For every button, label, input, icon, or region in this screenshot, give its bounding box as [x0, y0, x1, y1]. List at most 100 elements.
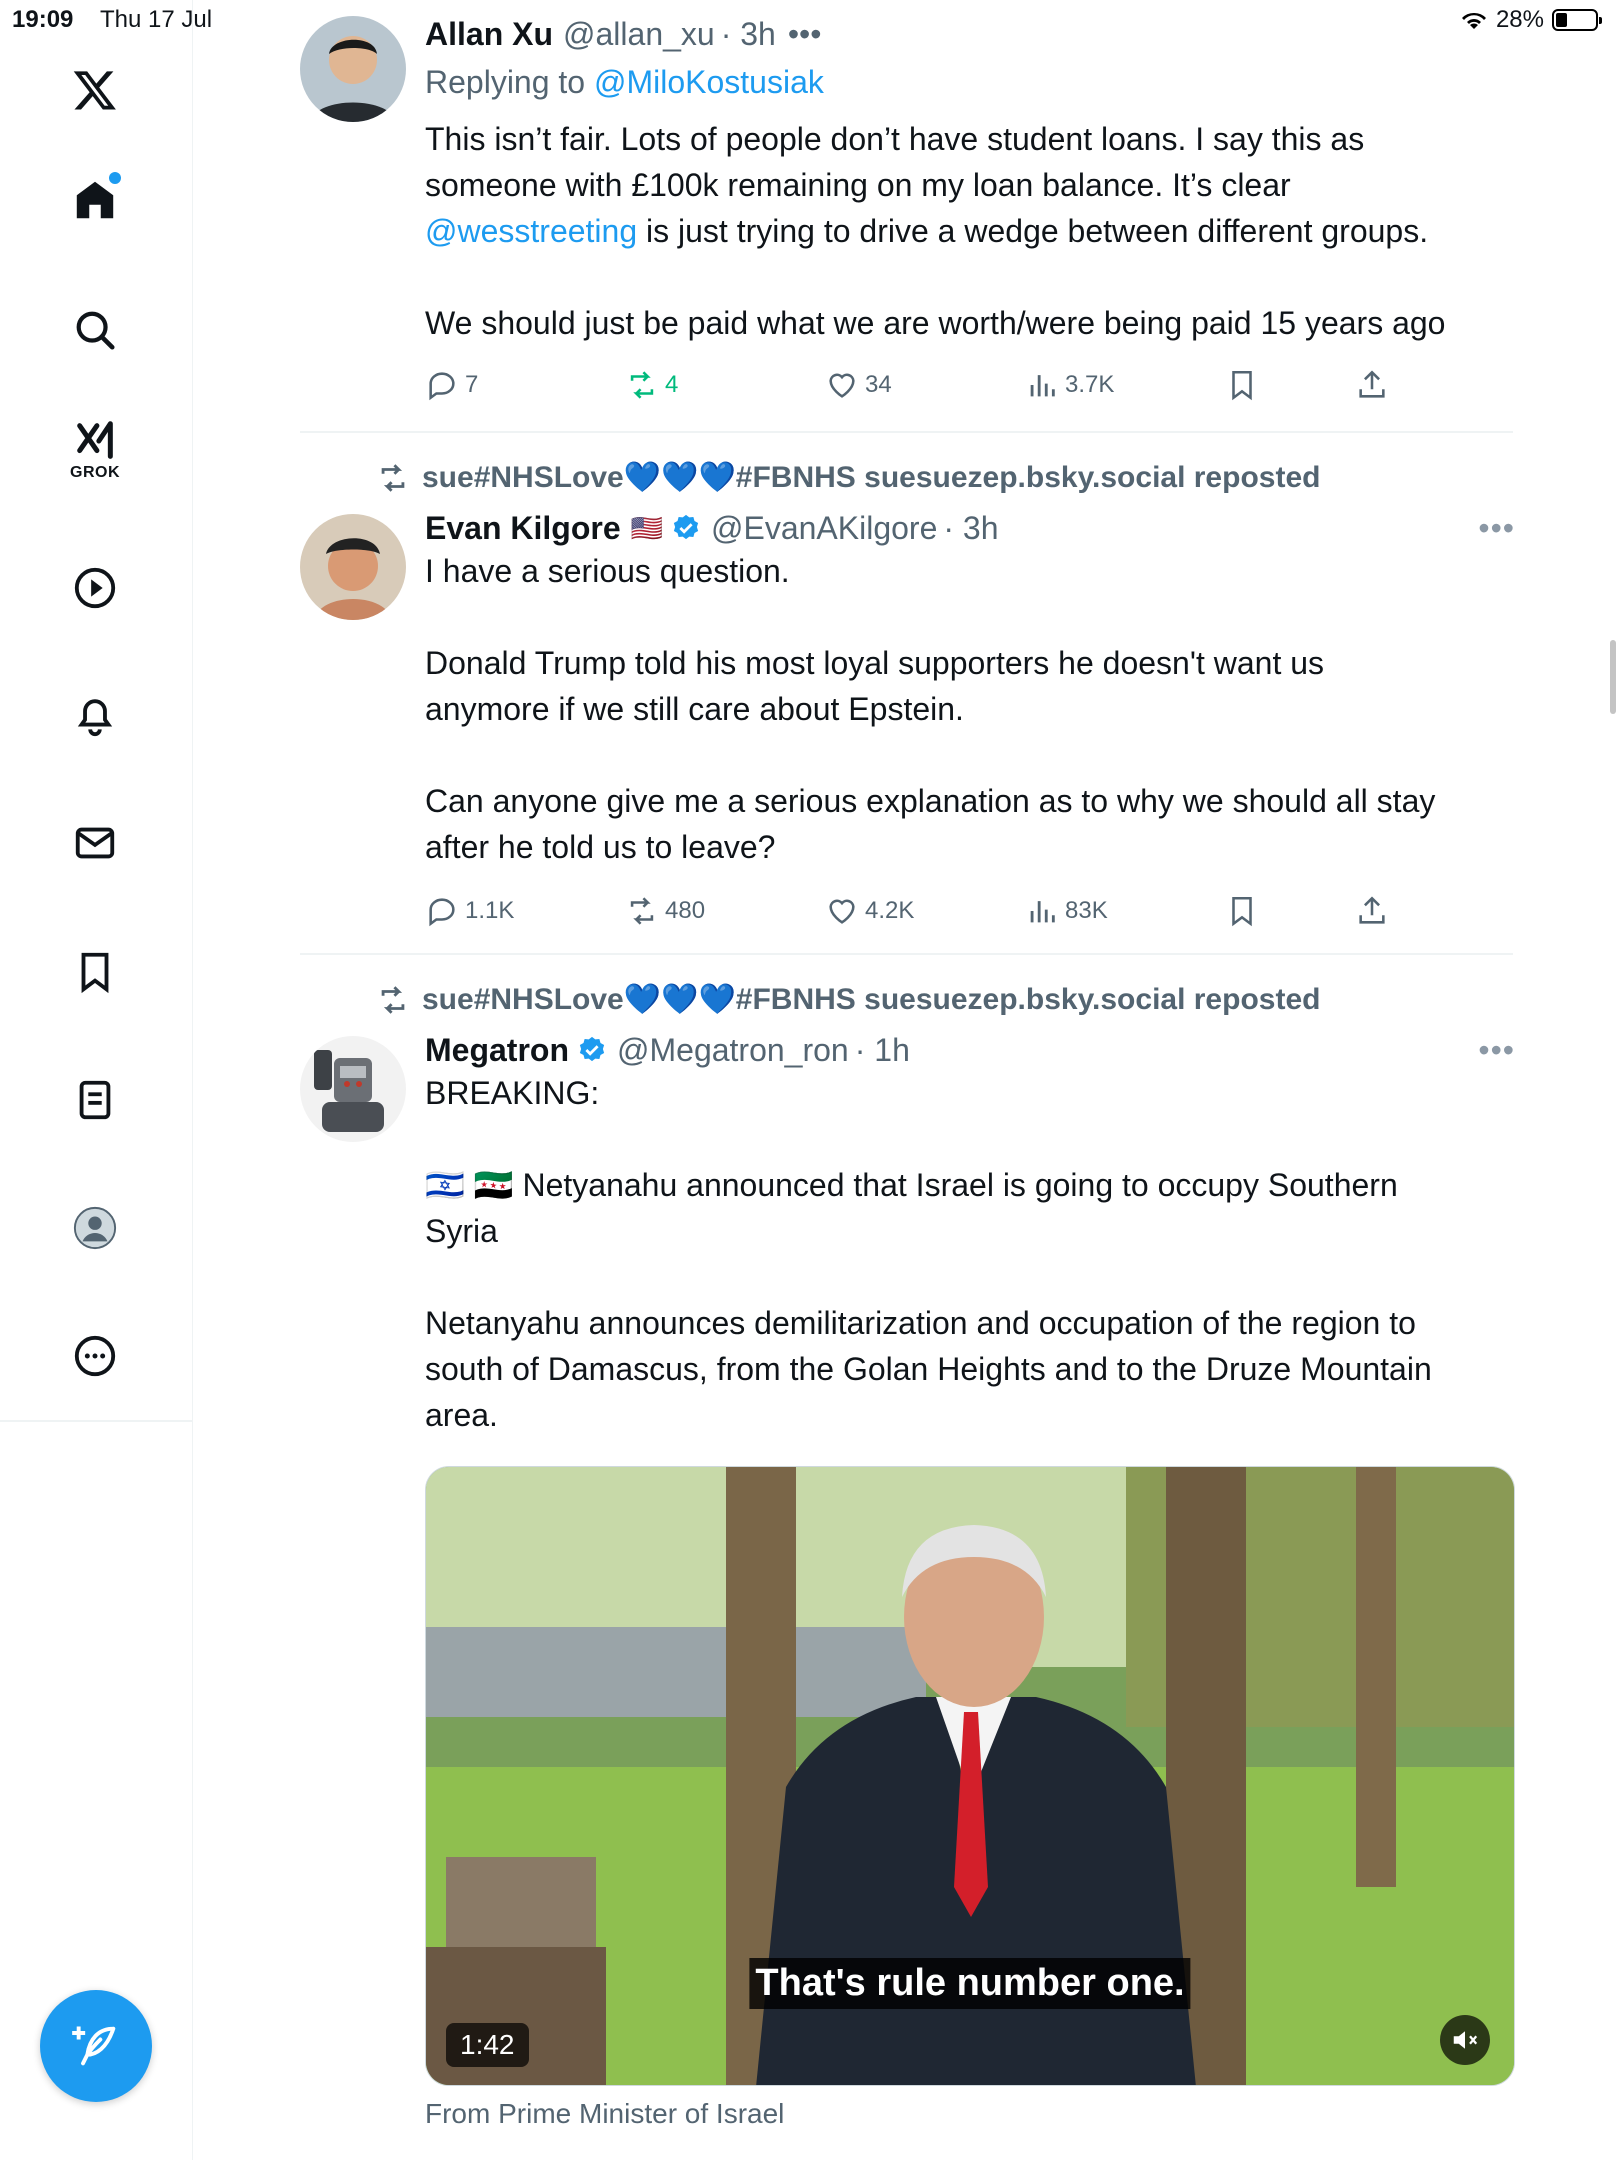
tweet-actions: 7 4 34 3.7K [425, 368, 1435, 408]
sidebar-item-explore[interactable] [55, 290, 135, 370]
more-options-icon[interactable]: ••• [1478, 508, 1515, 548]
author-handle[interactable]: @EvanAKilgore [711, 508, 937, 548]
bell-icon [77, 699, 113, 737]
timeline: Allan Xu @allan_xu · 3h ••• Replying to … [193, 0, 1515, 2160]
avatar[interactable] [300, 16, 406, 122]
scrollbar[interactable] [1610, 640, 1616, 714]
share-icon [1359, 896, 1385, 924]
author-handle[interactable]: @allan_xu [563, 14, 715, 54]
reply-count: 7 [465, 371, 479, 398]
sidebar-item-notifications[interactable] [55, 675, 135, 755]
avatar[interactable] [300, 1036, 406, 1142]
sidebar: GROK [0, 0, 193, 2160]
author-name[interactable]: Evan Kilgore [425, 508, 621, 548]
like-button[interactable]: 34 [825, 368, 892, 402]
tweet-header: Evan Kilgore 🇺🇸 @EvanAKilgore · 3h ••• [425, 508, 1515, 548]
sidebar-item-more[interactable] [55, 1316, 135, 1396]
reply-button[interactable]: 7 [425, 368, 478, 402]
bookmark-button[interactable] [1225, 894, 1259, 928]
sidebar-item-messages[interactable] [55, 803, 135, 883]
grok-label: GROK [70, 464, 120, 481]
sidebar-item-home[interactable] [55, 160, 135, 240]
reply-count: 1.1K [465, 897, 515, 924]
mention-link[interactable]: @wesstreeting [425, 213, 637, 249]
more-circle-icon [74, 1335, 116, 1377]
repost-count: 4 [665, 371, 679, 398]
search-icon [76, 311, 115, 350]
views-icon [1030, 901, 1055, 923]
bookmark-icon [81, 952, 109, 994]
heart-icon [829, 899, 855, 924]
sidebar-item-video[interactable] [55, 548, 135, 628]
repost-button[interactable]: 480 [625, 894, 705, 928]
sidebar-item-bookmarks[interactable] [55, 932, 135, 1012]
sidebar-item-profile[interactable] [55, 1188, 135, 1268]
battery-fill [1556, 13, 1567, 27]
more-options-icon[interactable]: ••• [1478, 1030, 1515, 1070]
more-options-icon[interactable]: ••• [788, 14, 822, 54]
repost-context[interactable]: sue#NHSLove💙💙💙#FBNHS suesuezep.bsky.soci… [376, 460, 1320, 495]
repost-icon [381, 463, 405, 492]
like-button[interactable]: 4.2K [825, 894, 914, 928]
tweet-text: BREAKING: 🇮🇱 🇸🇾 Netyanahu announced that… [425, 1075, 1432, 1433]
heart-icon [829, 373, 855, 398]
views-count: 83K [1065, 897, 1108, 924]
like-count: 34 [865, 371, 892, 398]
battery-icon [1552, 9, 1602, 31]
video-player[interactable]: That's rule number one. 1:42 [425, 1466, 1515, 2086]
author-name[interactable]: Megatron [425, 1030, 569, 1070]
profile-avatar-icon [73, 1206, 117, 1250]
replying-prefix: Replying to [425, 64, 586, 100]
x-logo-icon[interactable] [55, 50, 135, 130]
repost-context-text: sue#NHSLove💙💙💙#FBNHS suesuezep.bsky.soci… [422, 983, 1321, 1016]
video-caption: That's rule number one. [749, 1958, 1191, 2009]
play-icon [74, 567, 116, 609]
reply-icon [429, 898, 455, 927]
reply-button[interactable]: 1.1K [425, 894, 514, 928]
sidebar-item-grok[interactable]: GROK [55, 410, 135, 490]
bookmark-icon [1232, 896, 1252, 927]
views-button[interactable]: 83K [1025, 894, 1108, 928]
replying-to-link[interactable]: @MiloKostusiak [594, 64, 824, 100]
tweet-divider [300, 953, 1513, 955]
feather-plus-icon [72, 2026, 116, 2066]
tweet-actions: 1.1K 480 4.2K 83K [425, 894, 1435, 934]
media-source[interactable]: From Prime Minister of Israel [425, 2098, 784, 2130]
avatar[interactable] [300, 514, 406, 620]
compose-post-button[interactable] [40, 1990, 152, 2102]
replying-to: Replying to @MiloKostusiak [425, 60, 1515, 104]
repost-context-text: sue#NHSLove💙💙💙#FBNHS suesuezep.bsky.soci… [422, 461, 1321, 494]
sidebar-item-lists[interactable] [55, 1060, 135, 1140]
tweet-time[interactable]: · 3h [943, 508, 998, 548]
tweet-time[interactable]: · 3h [721, 14, 776, 54]
tweet-time[interactable]: · 1h [855, 1030, 910, 1070]
repost-icon [630, 371, 654, 399]
author-handle[interactable]: @Megatron_ron [617, 1030, 849, 1070]
tweet-text: This isn’t fair. Lots of people don’t ha… [425, 116, 1515, 346]
author-name[interactable]: Allan Xu [425, 14, 553, 54]
mail-icon [75, 827, 115, 859]
repost-button[interactable]: 4 [625, 368, 678, 402]
mute-button[interactable] [1440, 2015, 1490, 2065]
share-button[interactable] [1355, 368, 1389, 402]
bookmark-icon [1232, 370, 1252, 401]
repost-count: 480 [665, 897, 706, 924]
bookmark-button[interactable] [1225, 368, 1259, 402]
like-count: 4.2K [865, 897, 915, 924]
verified-badge-icon [579, 1036, 605, 1062]
repost-context[interactable]: sue#NHSLove💙💙💙#FBNHS suesuezep.bsky.soci… [376, 982, 1320, 1017]
views-count: 3.7K [1065, 371, 1115, 398]
mute-icon [1453, 2031, 1478, 2049]
views-button[interactable]: 3.7K [1025, 368, 1114, 402]
share-icon [1359, 370, 1385, 398]
verified-badge-icon [673, 514, 699, 540]
views-icon [1030, 375, 1055, 397]
repost-icon [381, 985, 405, 1014]
share-button[interactable] [1355, 894, 1389, 928]
tweet-header: Megatron @Megatron_ron · 1h ••• [425, 1030, 1515, 1070]
author-flag: 🇺🇸 [630, 513, 663, 543]
tweet-header: Allan Xu @allan_xu · 3h ••• [425, 14, 1515, 54]
list-icon [79, 1080, 111, 1120]
home-notification-dot [109, 172, 121, 184]
tweet-text: I have a serious question. Donald Trump … [425, 553, 1436, 865]
